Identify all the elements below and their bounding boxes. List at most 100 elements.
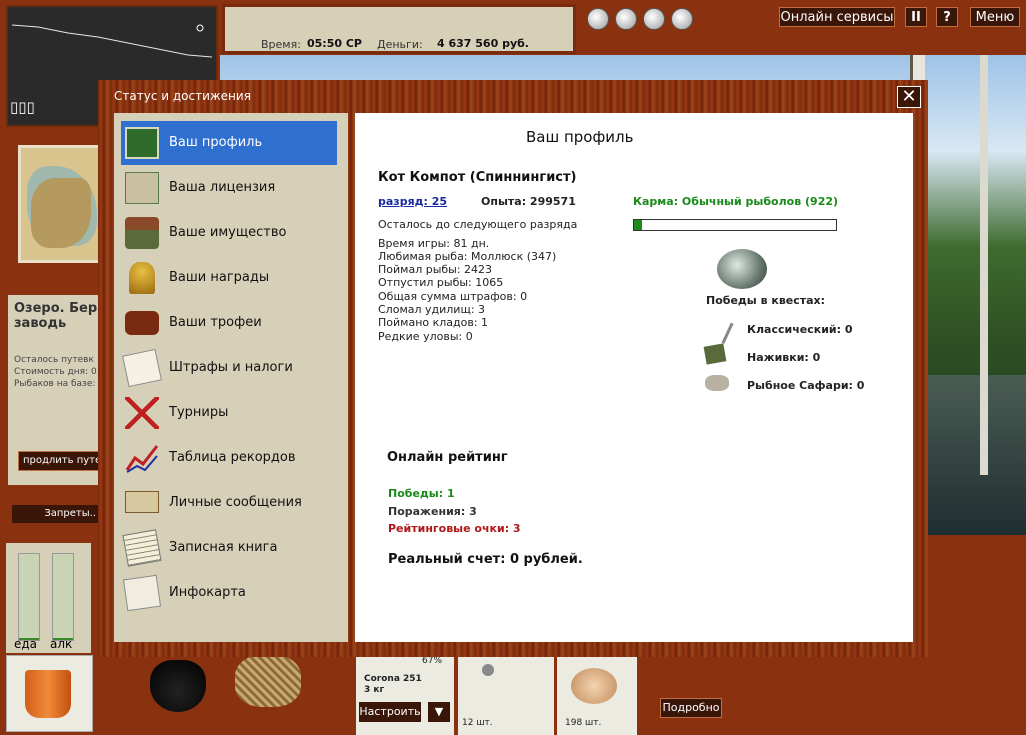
menu-item-label: Ваше имущество — [169, 225, 287, 240]
profile-card-icon — [125, 127, 159, 159]
wins: Победы: 1 — [388, 487, 455, 500]
detail-button[interactable]: Подробно — [660, 698, 722, 718]
stat-line: Редкие уловы: 0 — [378, 330, 473, 343]
food-label: еда — [14, 637, 38, 651]
dropdown-button[interactable]: ▼ — [428, 702, 450, 722]
losses: Поражения: 3 — [388, 505, 477, 518]
bait-count: 12 шт. — [462, 718, 493, 728]
pause-button[interactable]: II — [905, 7, 927, 27]
menu-item-awards[interactable]: Ваши награды — [121, 256, 337, 300]
birch-tree-2 — [980, 55, 988, 475]
time-value: 05:50 СР — [307, 37, 362, 50]
battery-icon: ▯▯▯ — [10, 98, 35, 116]
infocard-icon — [122, 574, 162, 612]
menu-item-infocard[interactable]: Инфокарта — [121, 571, 337, 615]
bucket-body — [25, 670, 71, 718]
menu-item-records[interactable]: Таблица рекордов — [121, 436, 337, 480]
menu-item-property[interactable]: Ваше имущество — [121, 211, 337, 255]
menu-item-messages[interactable]: Личные сообщения — [121, 481, 337, 525]
tackle-slot[interactable]: 67% Corona 251 3 кг Настроить ▼ — [356, 656, 454, 735]
bait-slot[interactable]: 198 шт. — [557, 656, 637, 735]
safari-quest-icon — [705, 375, 729, 391]
bucket-icon[interactable] — [6, 655, 93, 732]
profile-panel: Ваш профиль Кот Компот (Спиннингист) раз… — [355, 113, 913, 642]
profile-heading: Ваш профиль — [526, 128, 634, 146]
online-rating-title: Онлайн рейтинг — [387, 450, 508, 465]
lake-info-line: Рыбаков на базе: — [14, 379, 96, 389]
records-graph-svg — [125, 445, 159, 473]
stat-line: Общая сумма штрафов: 0 — [378, 290, 528, 303]
menu-item-fines[interactable]: Штрафы и налоги — [121, 346, 337, 390]
lure-slot-icon[interactable] — [615, 8, 637, 30]
menu-item-profile[interactable]: Ваш профиль — [121, 121, 337, 165]
menu-item-notebook[interactable]: Записная книга — [121, 526, 337, 570]
menu-item-trophies[interactable]: Ваши трофеи — [121, 301, 337, 345]
menu-item-label: Личные сообщения — [169, 495, 302, 510]
online-services-button[interactable]: Онлайн сервисы — [779, 7, 895, 27]
license-icon — [125, 172, 159, 204]
bait-box-quest-icon — [703, 343, 727, 365]
menu-item-label: Ваши награды — [169, 270, 270, 285]
crossed-rods-icon — [125, 397, 159, 429]
menu-item-tournaments[interactable]: Турниры — [121, 391, 337, 435]
extend-permit-button[interactable]: продлить путевк — [18, 451, 106, 471]
alc-label: алк — [50, 637, 73, 651]
lake-title: Озеро. Бер заводь — [14, 301, 98, 331]
stat-line: Поймано кладов: 1 — [378, 316, 489, 329]
stat-line: Поймал рыбы: 2423 — [378, 263, 493, 276]
real-account: Реальный счет: 0 рублей. — [388, 552, 583, 567]
rod-quest-icon — [703, 314, 734, 344]
keep-net-icon[interactable] — [235, 655, 301, 707]
experience: Опыта: 299571 — [481, 195, 576, 208]
stat-line: Любимая рыба: Моллюск (347) — [378, 250, 557, 263]
quest-line: Наживки: 0 — [747, 351, 821, 364]
bait-count: 198 шт. — [565, 718, 602, 728]
lake-info-line: Стоимость дня: 0 — [14, 367, 97, 377]
quest-line: Классический: 0 — [747, 323, 853, 336]
lake-info-line: Осталось путевк — [14, 355, 94, 365]
car-property-icon — [125, 217, 159, 249]
lure-slot-icon[interactable] — [643, 8, 665, 30]
tackle-weight: 3 кг — [364, 685, 385, 695]
lure-slot-icon[interactable] — [671, 8, 693, 30]
karma-progress-fill — [634, 220, 643, 230]
money-value: 4 637 560 руб. — [437, 37, 529, 50]
setup-button[interactable]: Настроить — [359, 702, 421, 722]
records-graph-icon — [125, 442, 159, 474]
sinker-icon — [482, 664, 494, 676]
bread-bait-icon — [571, 668, 617, 704]
to-next-rank: Осталось до следующего разряда — [378, 218, 578, 231]
bans-button[interactable]: Запреты.. — [12, 505, 102, 523]
notebook-icon — [122, 529, 162, 567]
menu-item-label: Инфокарта — [169, 585, 246, 600]
money-label: Деньги: — [377, 38, 423, 51]
menu-item-label: Турниры — [169, 405, 229, 420]
needs-meters: еда алк — [6, 543, 91, 653]
dialog-title: Статус и достижения — [114, 89, 251, 103]
close-button[interactable]: ✕ — [897, 86, 921, 108]
tackle-percent: 67% — [422, 656, 443, 666]
karma: Карма: Обычный рыболов (922) — [633, 195, 839, 208]
stat-line: Время игры: 81 дн. — [378, 237, 490, 250]
time-money-bar: Время: 05:50 СР Деньги: 4 637 560 руб. — [222, 4, 576, 54]
rank-link[interactable]: разряд: 25 — [378, 195, 447, 208]
map-land — [31, 178, 91, 248]
envelope-icon — [125, 491, 159, 513]
tackle-name: Corona 251 — [364, 674, 422, 684]
alc-meter — [52, 553, 74, 641]
menu-item-label: Записная книга — [169, 540, 278, 555]
rating-points: Рейтинговые очки: 3 — [388, 522, 521, 535]
menu-item-license[interactable]: Ваша лицензия — [121, 166, 337, 210]
bait-slot[interactable]: 12 шт. — [458, 656, 554, 735]
menu-button[interactable]: Меню — [970, 7, 1020, 27]
fines-document-icon — [122, 348, 162, 388]
help-button[interactable]: ? — [936, 7, 958, 27]
cooking-pot-icon[interactable] — [150, 660, 206, 712]
fish-plaque-icon — [125, 311, 159, 335]
menu-item-label: Таблица рекордов — [169, 450, 296, 465]
menu-item-label: Ваши трофеи — [169, 315, 262, 330]
lure-slot-icon[interactable] — [587, 8, 609, 30]
trophy-cup-icon — [129, 262, 155, 294]
lake-map[interactable] — [18, 145, 106, 263]
menu-item-label: Ваш профиль — [169, 135, 263, 150]
